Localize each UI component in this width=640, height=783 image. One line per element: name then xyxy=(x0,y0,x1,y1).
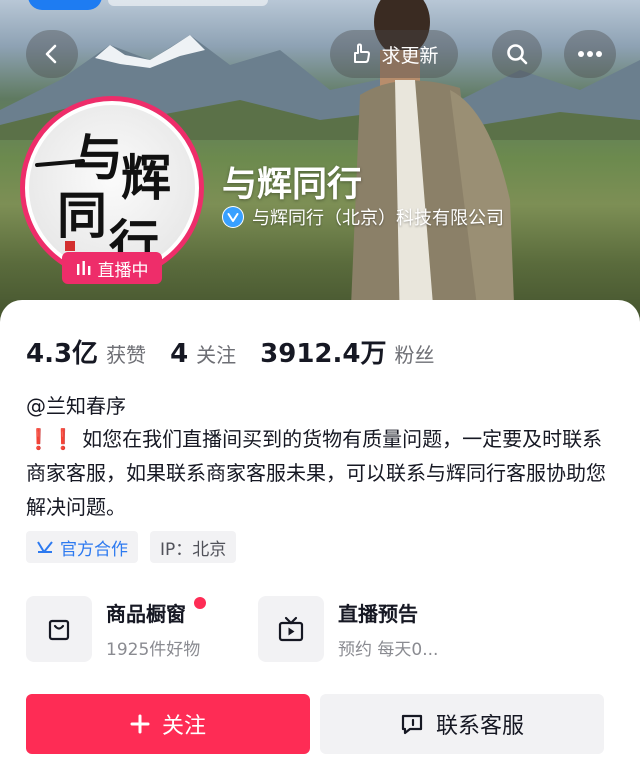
back-button[interactable] xyxy=(26,30,78,78)
following-label: 关注 xyxy=(196,343,237,367)
shop-window-title: 商品橱窗 xyxy=(106,602,186,626)
follow-label: 关注 xyxy=(161,714,206,739)
live-preview-title: 直播预告 xyxy=(338,602,418,626)
follow-button[interactable]: 关注 xyxy=(26,694,310,754)
hand-icon xyxy=(354,43,371,63)
handshake-icon xyxy=(37,541,53,553)
live-bars-icon xyxy=(76,261,90,275)
likes-count[interactable]: 4.3亿 xyxy=(26,333,98,370)
tv-icon xyxy=(258,596,324,662)
verified-icon xyxy=(222,206,244,228)
more-button[interactable] xyxy=(564,30,616,78)
verified-org[interactable]: 与辉同行（北京）科技有限公司 xyxy=(222,204,504,230)
bio-text: ❗❗ 如您在我们直播间买到的货物有质量问题，一定要及时联系商家客服，如果联系商家… xyxy=(26,422,620,524)
status-pill xyxy=(28,0,102,10)
ip-tag: IP：北京 xyxy=(150,531,237,563)
live-badge[interactable]: 直播中 xyxy=(62,252,162,284)
followers-label: 粉丝 xyxy=(394,343,435,367)
search-button[interactable] xyxy=(492,30,542,78)
profile-name: 与辉同行 xyxy=(222,165,363,205)
ellipsis-icon xyxy=(578,51,602,57)
svg-text:辉: 辉 xyxy=(121,148,171,207)
stats-row: 4.3亿 获赞 4 关注 3912.4万 粉丝 xyxy=(26,333,459,370)
status-bar xyxy=(108,0,268,6)
ip-tag-label: IP：北京 xyxy=(160,539,227,560)
verified-org-label: 与辉同行（北京）科技有限公司 xyxy=(252,208,504,229)
live-preview-schedule: 预约 每天0... xyxy=(338,640,439,660)
notification-dot xyxy=(194,597,206,609)
svg-text:与: 与 xyxy=(73,128,123,187)
plus-icon xyxy=(130,714,150,734)
calligraphy-logo: 与 辉 同 行 xyxy=(35,128,171,273)
likes-label: 获赞 xyxy=(106,343,147,367)
live-badge-label: 直播中 xyxy=(97,260,149,281)
chat-icon xyxy=(401,714,423,735)
request-update-button[interactable]: 求更新 xyxy=(330,30,458,78)
contact-service-button[interactable]: 联系客服 xyxy=(320,694,604,754)
shop-window-entry[interactable]: 商品橱窗 1925件好物 xyxy=(26,596,200,662)
official-tag-label: 官方合作 xyxy=(60,539,128,560)
contact-service-label: 联系客服 xyxy=(435,714,524,739)
avatar-logo: 与 辉 同 行 xyxy=(29,105,195,273)
chevron-left-icon xyxy=(45,44,57,64)
followers-count[interactable]: 3912.4万 xyxy=(260,333,386,370)
official-tag[interactable]: 官方合作 xyxy=(26,531,138,563)
bio-body: 如您在我们直播间买到的货物有质量问题，一定要及时联系商家客服，如果联系商家客服未… xyxy=(26,427,606,519)
live-preview-entry[interactable]: 直播预告 预约 每天0... xyxy=(258,596,438,662)
svg-text:同: 同 xyxy=(57,186,107,245)
bio-handle[interactable]: @兰知春序 xyxy=(26,390,126,419)
shopping-bag-icon xyxy=(26,596,92,662)
following-count[interactable]: 4 xyxy=(170,339,188,369)
request-update-label: 求更新 xyxy=(381,44,439,67)
warning-marks: ❗❗ xyxy=(26,427,76,451)
search-icon xyxy=(507,44,528,65)
shop-window-count: 1925件好物 xyxy=(106,640,201,660)
